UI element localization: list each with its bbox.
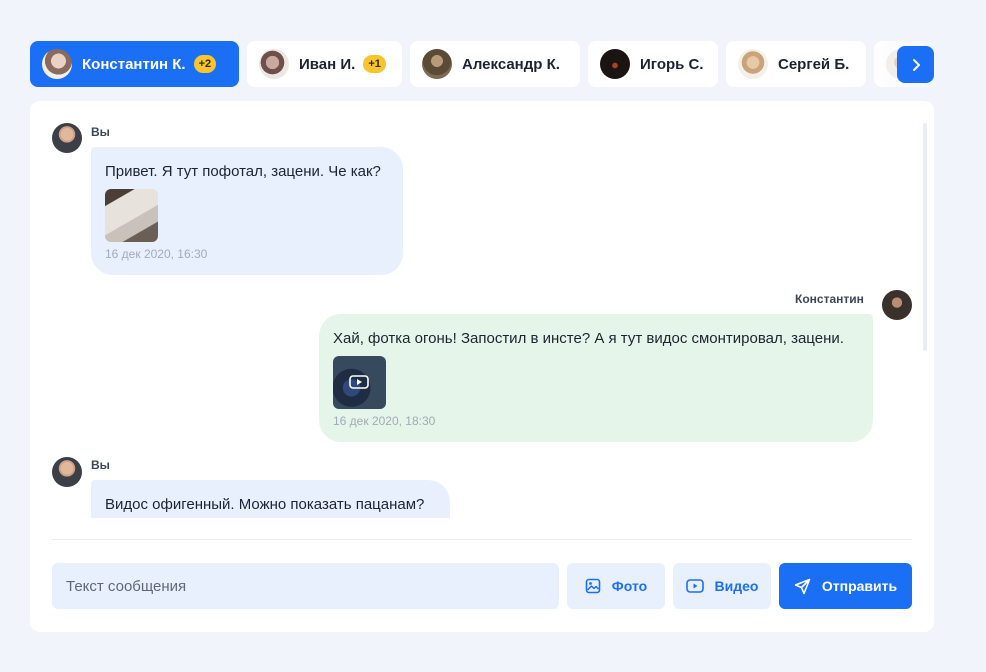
contact-name: Константин К. (82, 55, 186, 73)
avatar (600, 49, 630, 79)
message-list: Вы Привет. Я тут пофотал, зацени. Че как… (30, 101, 934, 518)
divider (52, 539, 912, 540)
contact-tab-aleksandr[interactable]: Александр К. (410, 41, 580, 87)
message-text: Хай, фотка огонь! Запостил в инсте? А я … (333, 330, 844, 347)
message-bubble: Хай, фотка огонь! Запостил в инсте? А я … (319, 314, 873, 442)
my-avatar (52, 457, 82, 487)
message-time: 16 дек 2020, 18:30 (333, 414, 436, 428)
video-icon (685, 579, 704, 593)
play-icon (349, 375, 369, 389)
avatar (259, 49, 289, 79)
sender-name: Вы (91, 458, 110, 472)
contact-tab-konstantin[interactable]: Константин К. +2 (30, 41, 239, 87)
contact-name: Александр К. (462, 55, 560, 73)
message-input[interactable] (52, 563, 559, 609)
sender-name: Константин (795, 292, 864, 306)
my-avatar (52, 123, 82, 153)
sender-name: Вы (91, 125, 110, 139)
contact-avatar (882, 290, 912, 320)
scrollbar[interactable] (923, 123, 927, 351)
contact-tab-sergey[interactable]: Сергей Б. (726, 41, 866, 87)
send-icon (794, 578, 811, 594)
photo-attachment[interactable] (105, 189, 158, 242)
contact-tabs: Константин К. +2 Иван И. +1 Александр К.… (30, 41, 934, 87)
message-text: Видос офигенный. Можно показать пацанам? (105, 496, 425, 513)
contact-name: Игорь С. (640, 55, 704, 73)
message-bubble: Привет. Я тут пофотал, зацени. Че как? 1… (91, 147, 403, 275)
contact-tab-ivan[interactable]: Иван И. +1 (247, 41, 402, 87)
next-contacts-button[interactable] (897, 46, 934, 83)
image-icon (585, 578, 601, 594)
unread-badge: +1 (363, 55, 386, 73)
chevron-right-icon (912, 58, 920, 71)
chat-panel: Вы Привет. Я тут пофотал, зацени. Че как… (30, 101, 934, 632)
avatar (422, 49, 452, 79)
contact-name: Сергей Б. (778, 55, 850, 73)
video-label: Видео (714, 578, 759, 594)
message-time: 16 дек 2020, 16:30 (105, 247, 208, 261)
contact-tab-igor[interactable]: Игорь С. (588, 41, 718, 87)
send-button[interactable]: Отправить (779, 563, 912, 609)
message-text: Привет. Я тут пофотал, зацени. Че как? (105, 163, 381, 180)
avatar (42, 49, 72, 79)
attach-photo-button[interactable]: Фото (567, 563, 665, 609)
send-label: Отправить (821, 578, 898, 594)
message-bubble: Видос офигенный. Можно показать пацанам? (91, 480, 450, 518)
unread-badge: +2 (193, 55, 217, 73)
attach-video-button[interactable]: Видео (673, 563, 771, 609)
photo-label: Фото (611, 578, 648, 594)
contact-name: Иван И. (299, 55, 356, 73)
video-attachment[interactable] (333, 356, 386, 409)
avatar (738, 49, 768, 79)
